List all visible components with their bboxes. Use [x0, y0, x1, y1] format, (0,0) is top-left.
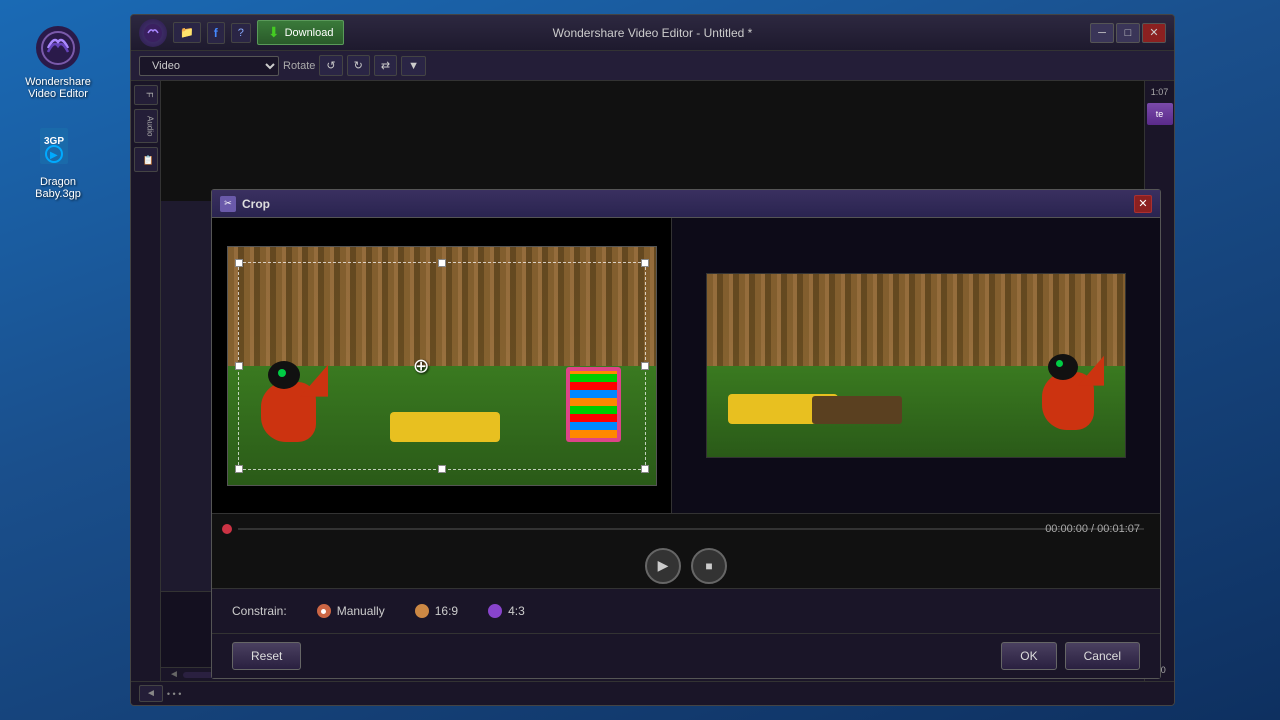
- manually-radio[interactable]: [317, 604, 331, 618]
- scrubber-position[interactable]: [222, 524, 232, 534]
- ratio-16-9-radio[interactable]: [415, 604, 429, 618]
- desktop-icon-wondershare[interactable]: Wondershare Video Editor: [18, 20, 98, 104]
- crop-preview-panel: [672, 218, 1160, 513]
- preview-area: [161, 81, 1144, 201]
- play-icon: ▶: [658, 557, 669, 574]
- wondershare-icon: [34, 24, 82, 72]
- bottom-bar-dots: • • •: [167, 689, 181, 699]
- play-button[interactable]: ▶: [645, 548, 681, 584]
- file-button[interactable]: 📁: [173, 22, 201, 43]
- constrain-manually[interactable]: Manually: [317, 604, 385, 618]
- crop-source-video: ⊕: [227, 246, 657, 486]
- ratio-16-9-label: 16:9: [435, 604, 458, 618]
- crop-bottom-buttons: Reset OK Cancel: [212, 633, 1160, 678]
- help-button[interactable]: ?: [231, 23, 251, 43]
- video-type-select[interactable]: Video Audio Text: [139, 56, 279, 76]
- crop-handle-tr[interactable]: [641, 259, 649, 267]
- dragon-icon-label2: Baby.3gp: [35, 188, 81, 200]
- facebook-button[interactable]: f: [207, 22, 225, 44]
- playback-controls: ▶ ■: [212, 543, 1160, 588]
- more-button[interactable]: ▼: [401, 56, 426, 76]
- time-display: 00:00:00 / 00:01:07: [1045, 523, 1140, 535]
- crop-handle-tl[interactable]: [235, 259, 243, 267]
- window-controls: ─ □ ✕: [1090, 23, 1166, 43]
- svg-text:▶: ▶: [50, 150, 58, 161]
- help-icon: ?: [238, 27, 244, 39]
- main-content: F Audio 📋 ✂ Crop ✕: [131, 81, 1174, 681]
- crop-handle-br[interactable]: [641, 465, 649, 473]
- desktop-icon-dragon[interactable]: 3GP ▶ Dragon Baby.3gp: [18, 120, 98, 204]
- rotate-right-button[interactable]: ↻: [347, 55, 370, 76]
- stop-icon: ■: [705, 559, 712, 573]
- rotate-label: Rotate: [283, 60, 315, 72]
- scrubber-track[interactable]: [238, 528, 1144, 530]
- reset-button[interactable]: Reset: [232, 642, 301, 670]
- maximize-icon: □: [1125, 27, 1132, 39]
- sidebar-tab-media[interactable]: 📋: [134, 147, 158, 172]
- desktop: Wondershare Video Editor 3GP ▶ Dragon Ba…: [0, 0, 1280, 720]
- ratio-4-3-radio[interactable]: [488, 604, 502, 618]
- crop-panels: ⊕: [212, 218, 1160, 513]
- crop-handle-ml[interactable]: [235, 362, 243, 370]
- crop-overlay[interactable]: ⊕: [238, 262, 646, 470]
- sidebar-tab-filter[interactable]: F: [134, 85, 158, 105]
- crop-handle-bm[interactable]: [438, 465, 446, 473]
- crop-handle-tm[interactable]: [438, 259, 446, 267]
- download-button[interactable]: ⬇ Download: [257, 20, 345, 45]
- title-bar-left: 📁 f ? ⬇ Download: [139, 19, 344, 47]
- close-icon: ✕: [1149, 26, 1158, 39]
- minimize-icon: ─: [1098, 27, 1106, 39]
- crop-dialog-title: Crop: [242, 197, 270, 211]
- crop-dialog: ✂ Crop ✕: [211, 189, 1161, 679]
- app-logo: [139, 19, 167, 47]
- constrain-label: Constrain:: [232, 604, 287, 618]
- crop-close-button[interactable]: ✕: [1134, 195, 1152, 213]
- download-arrow-icon: ⬇: [268, 24, 280, 41]
- cancel-button[interactable]: Cancel: [1065, 642, 1140, 670]
- maximize-button[interactable]: □: [1116, 23, 1140, 43]
- wondershare-icon-label: Wondershare: [25, 76, 91, 88]
- flip-button[interactable]: ⇄: [374, 55, 397, 76]
- constrain-16-9[interactable]: 16:9: [415, 604, 458, 618]
- crop-handle-mr[interactable]: [641, 362, 649, 370]
- download-label: Download: [285, 27, 334, 39]
- close-button[interactable]: ✕: [1142, 23, 1166, 43]
- scroll-left-button[interactable]: ◄: [165, 669, 183, 680]
- toolbar-row: Video Audio Text Rotate ↺ ↻ ⇄ ▼: [131, 51, 1174, 81]
- minimize-button[interactable]: ─: [1090, 23, 1114, 43]
- constrain-4-3[interactable]: 4:3: [488, 604, 525, 618]
- crop-source-panel: ⊕: [212, 218, 672, 513]
- sidebar-tab-audio[interactable]: Audio: [134, 109, 158, 143]
- ratio-4-3-label: 4:3: [508, 604, 525, 618]
- crop-title-icon: ✂: [220, 196, 236, 212]
- dragon-icon-label: Dragon: [40, 176, 76, 188]
- facebook-icon: f: [214, 26, 218, 40]
- move-cursor-icon: ⊕: [413, 353, 430, 378]
- crop-title-bar: ✂ Crop ✕: [212, 190, 1160, 218]
- prev-frame-button[interactable]: ◄: [139, 685, 163, 702]
- right-panel-time-107: 1:07: [1149, 85, 1171, 99]
- scrubber-bar: 00:00:00 / 00:01:07: [212, 513, 1160, 543]
- create-button[interactable]: te: [1147, 103, 1173, 125]
- manually-label: Manually: [337, 604, 385, 618]
- title-bar: 📁 f ? ⬇ Download Wondershare Video Edito…: [131, 15, 1174, 51]
- crop-preview-video: [706, 273, 1126, 458]
- ok-button[interactable]: OK: [1001, 642, 1056, 670]
- left-sidebar: F Audio 📋: [131, 81, 161, 681]
- app-bottom-bar: ◄ • • •: [131, 681, 1174, 705]
- crop-handle-bl[interactable]: [235, 465, 243, 473]
- wondershare-icon-label2: Video Editor: [28, 88, 88, 100]
- app-window: 📁 f ? ⬇ Download Wondershare Video Edito…: [130, 14, 1175, 706]
- rotate-left-button[interactable]: ↺: [319, 55, 342, 76]
- editor-area: ✂ Crop ✕: [161, 81, 1144, 681]
- constrain-row: Constrain: Manually 16:9: [212, 588, 1160, 633]
- app-title: Wondershare Video Editor - Untitled *: [553, 26, 753, 40]
- dragon-file-icon: 3GP ▶: [34, 124, 82, 172]
- file-icon: 📁: [180, 26, 194, 39]
- stop-button[interactable]: ■: [691, 548, 727, 584]
